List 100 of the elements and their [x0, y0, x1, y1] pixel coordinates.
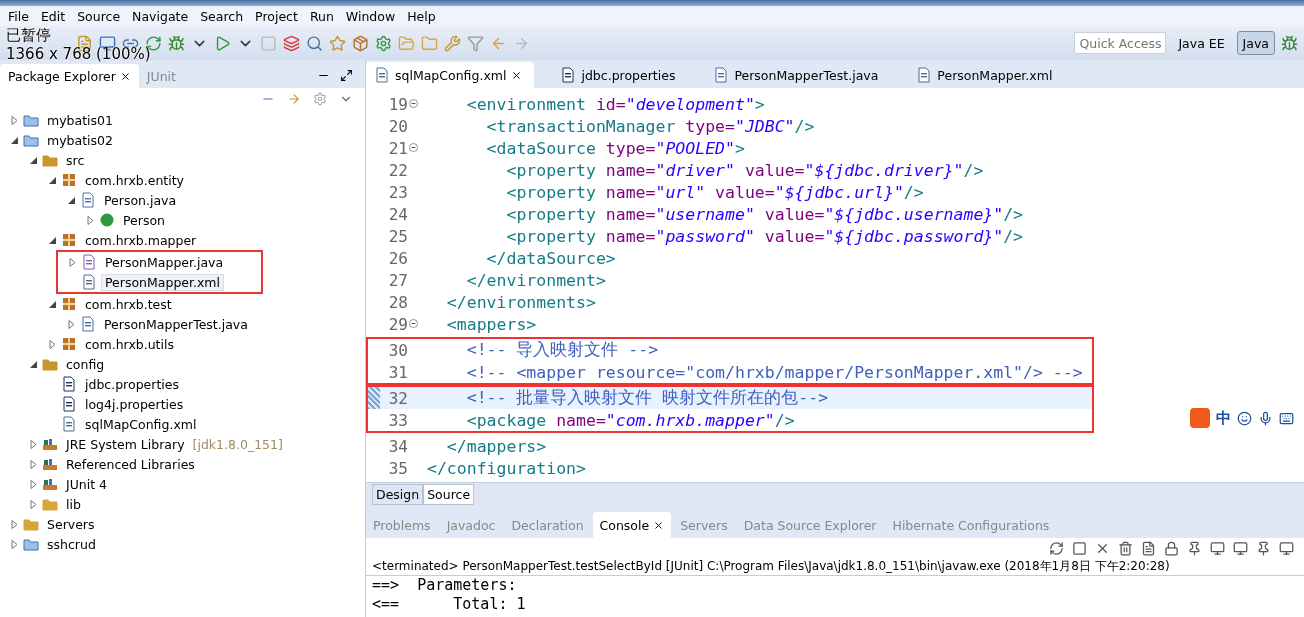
panel-tab[interactable]: Package Explorer — [0, 64, 139, 88]
tree-item[interactable]: PersonMapper.xml — [101, 273, 225, 291]
smile-icon[interactable] — [1237, 410, 1252, 426]
bug-icon[interactable] — [1281, 34, 1298, 52]
line-number: 29 — [387, 314, 408, 334]
mode-tab[interactable]: Design — [372, 484, 424, 505]
trash-icon[interactable] — [1118, 540, 1133, 556]
expand-arrow-icon[interactable] — [68, 257, 77, 267]
editor-tab[interactable]: sqlMapConfig.xml — [366, 62, 535, 88]
menu-item[interactable]: Edit — [34, 8, 72, 24]
editor-tab[interactable]: jdbc.properties — [552, 62, 688, 88]
pin-icon[interactable] — [1187, 540, 1202, 556]
tree-item[interactable]: sqlMapConfig.xml — [81, 415, 201, 433]
fold-icon[interactable] — [408, 143, 418, 152]
fold-icon[interactable] — [408, 319, 418, 328]
tree-item[interactable]: mybatis01 — [43, 111, 117, 129]
collapse-arrow-icon[interactable] — [29, 155, 38, 165]
menu-item[interactable]: Window — [339, 8, 402, 24]
menu-item[interactable]: Project — [249, 8, 304, 24]
expand-arrow-icon[interactable] — [10, 519, 19, 529]
monitor-icon[interactable] — [1279, 540, 1294, 556]
perspective-button[interactable]: Java EE — [1172, 31, 1231, 55]
menu-item[interactable]: Navigate — [126, 8, 195, 24]
expand-arrow-icon[interactable] — [10, 115, 19, 125]
tree-item[interactable]: com.hrxb.entity — [81, 171, 188, 189]
tree-item[interactable]: JUnit 4 — [62, 475, 112, 493]
quick-access-field[interactable]: Quick Access — [1074, 32, 1167, 54]
line-number: 28 — [387, 292, 408, 312]
editor-tab[interactable]: PersonMapper.xml — [908, 62, 1065, 88]
tree-item[interactable]: Person.java — [100, 191, 181, 209]
expand-arrow-icon[interactable] — [67, 319, 76, 329]
menu-item[interactable]: Run — [303, 8, 340, 24]
tree-item[interactable]: PersonMapperTest.java — [100, 315, 252, 333]
tree-item[interactable]: log4j.properties — [81, 395, 188, 413]
expand-arrow-icon[interactable] — [29, 499, 38, 509]
tree-item[interactable]: sshcrud — [43, 535, 100, 553]
tree-item[interactable]: PersonMapper.java — [101, 253, 228, 271]
expand-arrow-icon[interactable] — [29, 439, 38, 449]
collapse-arrow-icon[interactable] — [48, 235, 57, 245]
code-editor[interactable] — [366, 88, 1304, 482]
tree-item[interactable]: Referenced Libraries — [62, 455, 199, 473]
tree-item[interactable]: Person — [119, 211, 169, 229]
ime-mode[interactable]: 中 — [1216, 408, 1231, 428]
tree-item[interactable]: mybatis02 — [43, 131, 117, 149]
tree-item[interactable]: Servers — [43, 515, 99, 533]
lock-icon[interactable] — [1164, 540, 1179, 556]
collapse-arrow-icon[interactable] — [48, 299, 57, 309]
code-line: </mappers> — [445, 436, 547, 456]
star-icon[interactable] — [329, 34, 346, 52]
collapse-arrow-icon[interactable] — [10, 135, 19, 145]
expand-arrow-icon[interactable] — [29, 479, 38, 489]
tree-item[interactable]: com.hrxb.utils — [81, 335, 178, 353]
line-number: 30 — [387, 340, 408, 360]
code-line: <property name="username" value="${jdbc.username}"/> — [505, 204, 1024, 224]
code-line: </environments> — [445, 292, 596, 312]
expand-arrow-icon[interactable] — [10, 539, 19, 549]
line-number: 25 — [387, 226, 408, 246]
close-icon[interactable] — [119, 70, 131, 82]
stop-icon[interactable] — [1072, 540, 1087, 556]
menu-item[interactable]: Help — [401, 8, 442, 24]
search-icon[interactable] — [306, 34, 323, 52]
expand-arrow-icon[interactable] — [86, 215, 95, 225]
close-icon[interactable] — [511, 69, 523, 81]
layers-icon[interactable] — [283, 34, 300, 52]
perspective-button[interactable]: Java — [1236, 31, 1275, 55]
fold-icon[interactable] — [408, 99, 418, 108]
package-icon[interactable] — [352, 34, 369, 52]
editor-tab[interactable]: PersonMapperTest.java — [705, 62, 891, 88]
bug-icon[interactable] — [168, 34, 185, 52]
monitor-icon[interactable] — [1210, 540, 1225, 556]
tree-item[interactable]: config — [62, 355, 109, 373]
tree-item[interactable]: lib — [62, 495, 85, 513]
collapse-arrow-icon[interactable] — [29, 359, 38, 369]
tree-item[interactable]: src — [62, 151, 89, 169]
line-number: 23 — [387, 182, 408, 202]
tree-item[interactable]: JRE System Library — [62, 435, 189, 453]
expand-arrow-icon[interactable] — [48, 339, 57, 349]
menu-item[interactable]: Source — [71, 8, 127, 24]
keyboard-icon[interactable] — [1279, 410, 1294, 426]
close-icon[interactable] — [653, 519, 665, 531]
play-icon[interactable] — [214, 34, 231, 52]
monitor-icon[interactable] — [1233, 540, 1248, 556]
expand-arrow-icon[interactable] — [29, 459, 38, 469]
pin-icon[interactable] — [1256, 540, 1271, 556]
collapse-arrow-icon[interactable] — [48, 175, 57, 185]
menu-item[interactable]: File — [2, 8, 35, 24]
maximize-icon[interactable] — [340, 69, 353, 82]
mode-tab[interactable]: Source — [423, 484, 475, 505]
document-icon[interactable] — [1141, 540, 1156, 556]
tree-item[interactable]: com.hrxb.mapper — [81, 231, 201, 249]
code-line: <!-- <mapper resource="com/hrxb/mapper/PersonMapper.xml"/> --> — [465, 362, 1083, 382]
collapse-arrow-icon[interactable] — [67, 195, 76, 205]
refresh-icon[interactable] — [1049, 540, 1064, 556]
microphone-icon[interactable] — [1258, 410, 1273, 426]
tree-item[interactable]: com.hrxb.test — [81, 295, 176, 313]
menu-item[interactable]: Search — [194, 8, 250, 24]
panel-tab[interactable]: Console — [592, 512, 672, 538]
tree-item[interactable]: jdbc.properties — [81, 375, 183, 393]
gear-icon[interactable] — [375, 34, 392, 52]
code-line: <package name="com.hrxb.mapper"/> — [465, 410, 795, 430]
